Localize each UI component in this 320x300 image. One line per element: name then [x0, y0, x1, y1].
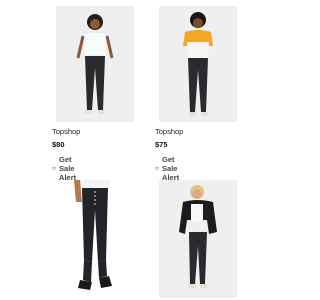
model-photo [159, 6, 237, 122]
sale-alert-button[interactable]: Get Sale Alert [155, 155, 184, 182]
model-photo [56, 180, 134, 298]
sale-alert-label: Get Sale Alert [162, 155, 180, 182]
heart-icon [155, 166, 159, 171]
sale-alert-button[interactable]: Get Sale Alert [52, 155, 81, 182]
model-photo [159, 180, 237, 298]
product-brand[interactable]: Topshop [155, 127, 183, 136]
sale-alert-label: Get Sale Alert [59, 155, 77, 182]
product-image-2[interactable] [159, 6, 237, 122]
product-image-1[interactable] [56, 6, 134, 122]
product-price: $75 [155, 140, 168, 149]
product-image-3[interactable] [56, 180, 134, 298]
product-image-4[interactable] [159, 180, 237, 298]
product-brand[interactable]: Topshop [52, 127, 80, 136]
heart-icon [52, 166, 56, 171]
model-photo [56, 6, 134, 122]
product-price: $80 [52, 140, 65, 149]
